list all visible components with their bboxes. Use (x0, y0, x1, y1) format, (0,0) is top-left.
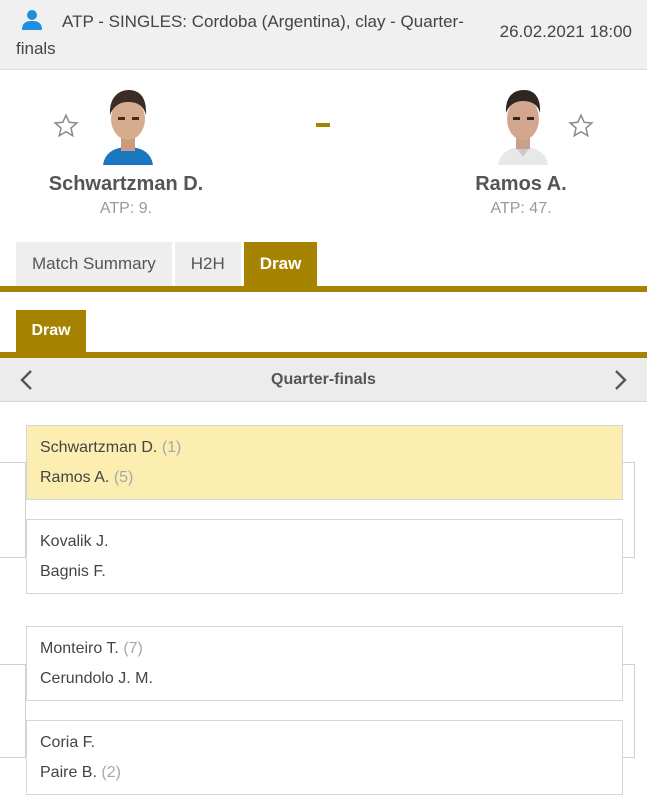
player-name: Cerundolo J. M. (40, 670, 153, 687)
draw-player-2b: Bagnis F. (40, 562, 106, 582)
tournament-title[interactable]: ATP - SINGLES: Cordoba (Argentina), clay… (16, 8, 486, 62)
match-header: Schwartzman D. ATP: 9. Ramos A. ATP: 47. (0, 71, 647, 241)
draw-player-1a: Schwartzman D. (1) (40, 438, 181, 458)
tabs-underline (0, 286, 647, 292)
away-player-photo[interactable] (494, 85, 552, 165)
player-seed: (7) (123, 640, 143, 657)
match-datetime: 26.02.2021 18:00 (499, 22, 632, 41)
event-header: ATP - SINGLES: Cordoba (Argentina), clay… (0, 0, 647, 70)
tab-h2h[interactable]: H2H (174, 242, 241, 286)
draw-match-1[interactable]: Schwartzman D. (1) Ramos A. (5) (26, 425, 623, 500)
draw-player-1b: Ramos A. (5) (40, 468, 133, 488)
draw-match-4[interactable]: Coria F. Paire B. (2) (26, 720, 623, 795)
home-player-rank: ATP: 9. (99, 200, 153, 217)
round-title: Quarter-finals (271, 371, 376, 388)
favorite-star-icon-home[interactable] (53, 113, 79, 139)
away-player-rank: ATP: 47. (490, 200, 552, 217)
player-seed: (2) (101, 764, 121, 781)
home-player-name[interactable]: Schwartzman D. (26, 173, 226, 196)
tab-match-summary[interactable]: Match Summary (16, 242, 172, 286)
draw-player-2a: Kovalik J. (40, 532, 108, 552)
away-player-name[interactable]: Ramos A. (421, 173, 621, 196)
round-navigation: Quarter-finals (0, 358, 647, 402)
score-separator (316, 123, 330, 127)
player-name: Monteiro T. (40, 640, 119, 657)
player-seed: (1) (161, 439, 182, 456)
player-name: Kovalik J. (40, 533, 109, 550)
favorite-star-icon-away[interactable] (568, 113, 594, 139)
draw-player-3b: Cerundolo J. M. (40, 669, 153, 689)
bracket-connector-left-1 (0, 462, 26, 558)
chevron-right-icon[interactable] (609, 368, 631, 392)
bracket-connector-right-1 (623, 462, 635, 558)
player-name: Coria F. (40, 734, 96, 751)
draw-match-3[interactable]: Monteiro T. (7) Cerundolo J. M. (26, 626, 623, 701)
bracket-connector-right-2 (623, 664, 635, 758)
player-name: Paire B. (40, 764, 97, 781)
tab-draw[interactable]: Draw (243, 242, 318, 286)
main-tabs: Match Summary H2H Draw (16, 242, 318, 286)
subtab-draw[interactable]: Draw (16, 310, 86, 354)
draw-player-4a: Coria F. (40, 733, 95, 753)
home-player-photo[interactable] (99, 85, 157, 165)
draw-player-4b: Paire B. (2) (40, 763, 121, 783)
draw-player-3a: Monteiro T. (7) (40, 639, 143, 659)
bracket-connector-left-2 (0, 664, 26, 758)
draw-match-2[interactable]: Kovalik J. Bagnis F. (26, 519, 623, 594)
player-seed: (5) (113, 469, 134, 486)
player-name: Ramos A. (40, 469, 110, 486)
player-name: Schwartzman D. (40, 439, 158, 456)
player-name: Bagnis F. (40, 563, 106, 580)
